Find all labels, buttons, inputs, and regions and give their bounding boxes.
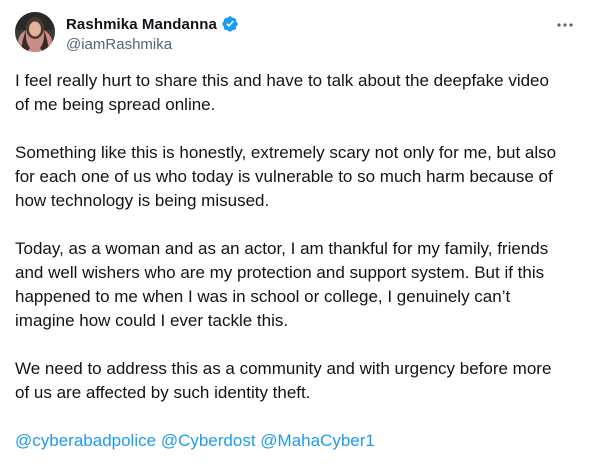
avatar[interactable] — [15, 12, 55, 52]
tweet-paragraph: We need to address this as a community a… — [15, 359, 552, 402]
tweet-paragraph: Today, as a woman and as an actor, I am … — [15, 239, 549, 330]
profile-photo — [15, 12, 55, 52]
tweet-text: I feel really hurt to share this and hav… — [15, 69, 580, 453]
mention-link-mahacyber1[interactable]: @MahaCyber1 — [260, 431, 375, 450]
author-name-row: Rashmika Mandanna — [66, 14, 239, 34]
tweet-paragraph: I feel really hurt to share this and hav… — [15, 71, 549, 114]
mentions-line: @cyberabadpolice @Cyberdost @MahaCyber1 — [15, 429, 580, 453]
tweet-paragraph: Something like this is honestly, extreme… — [15, 143, 557, 210]
mention-link-cyberdost[interactable]: @Cyberdost — [161, 431, 256, 450]
more-horizontal-icon[interactable] — [554, 14, 576, 36]
mention-link-cyberabadpolice[interactable]: @cyberabadpolice — [15, 431, 156, 450]
verified-badge-icon — [221, 15, 239, 33]
author-display-name[interactable]: Rashmika Mandanna — [66, 16, 217, 33]
author-handle[interactable]: @iamRashmika — [66, 36, 172, 53]
tweet-card: Rashmika Mandanna @iamRashmika I feel re… — [0, 0, 590, 466]
